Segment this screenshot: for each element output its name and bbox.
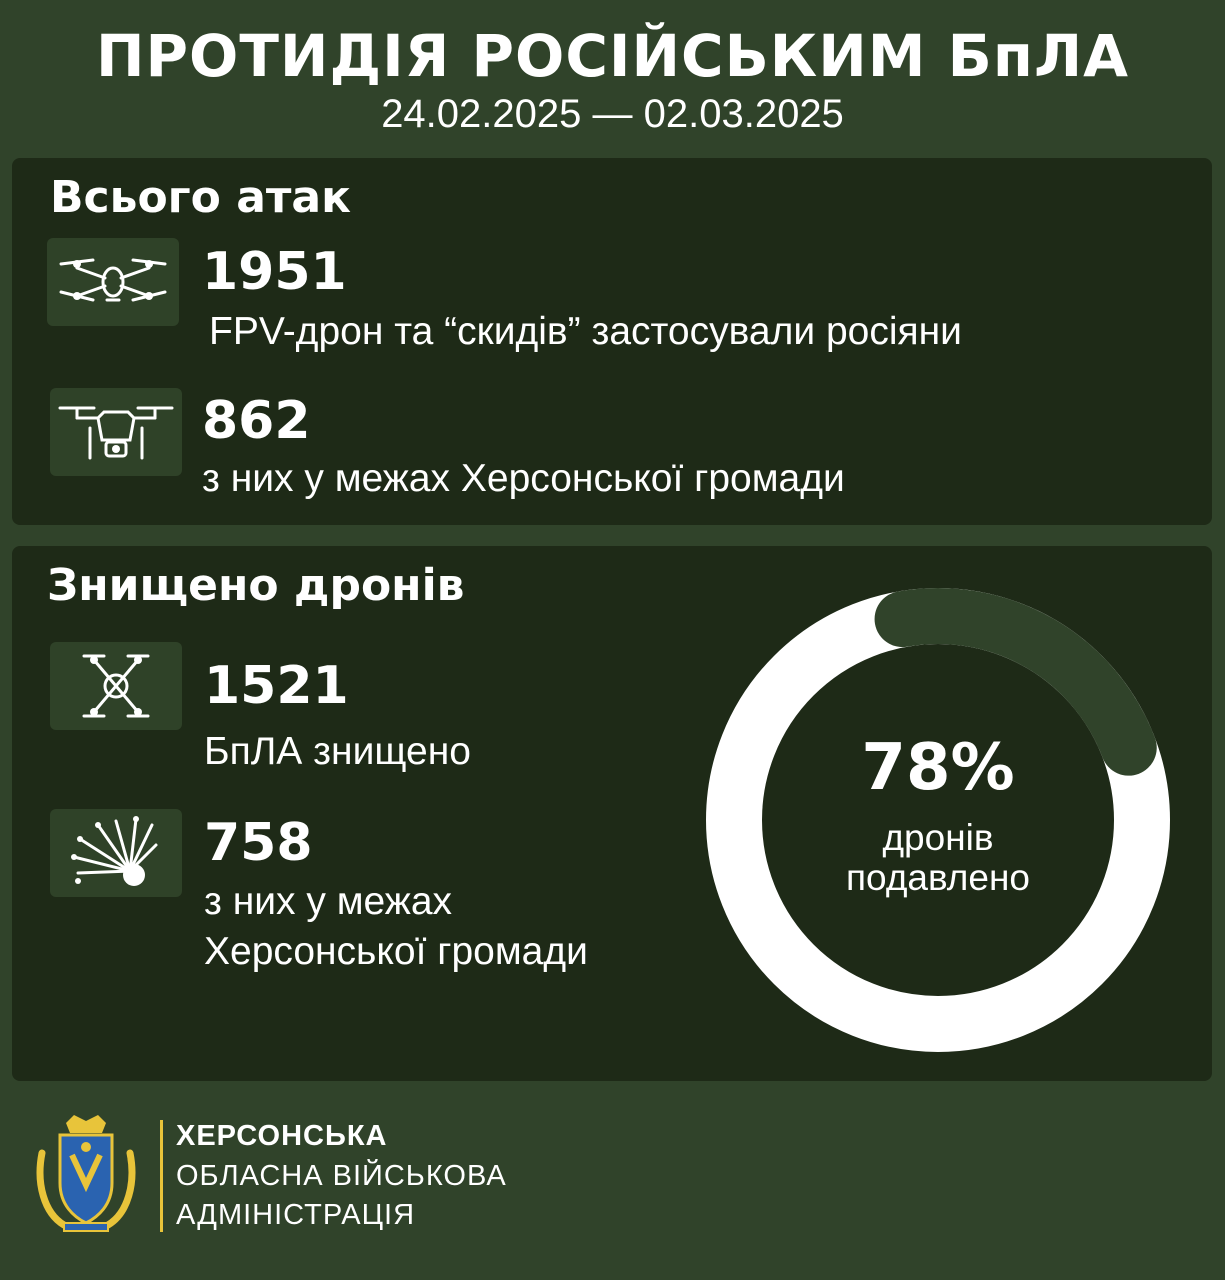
attacks-local-value: 862 xyxy=(202,391,311,451)
attacks-total-caption: FPV-дрон та “скидів” застосували росіяни xyxy=(209,310,962,353)
footer-divider xyxy=(160,1120,163,1232)
attacks-local-caption: з них у межах Херсонської громади xyxy=(202,457,845,500)
destroyed-local-value: 758 xyxy=(204,813,313,873)
destroyed-panel: Знищено дронів 1521 БпЛА знищено 758 з н… xyxy=(12,546,1212,1081)
attacks-title: Всього атак xyxy=(50,172,351,223)
suppressed-caption: дронів подавлено xyxy=(700,818,1176,898)
destroyed-local-caption-line2: Херсонської громади xyxy=(204,930,588,973)
destroyed-total-value: 1521 xyxy=(204,656,349,716)
region-emblem-icon xyxy=(36,1115,136,1232)
suppressed-caption-line2: подавлено xyxy=(846,857,1030,898)
destroyed-total-caption: БпЛА знищено xyxy=(204,730,471,773)
explosion-icon xyxy=(50,809,182,897)
page-title: ПРОТИДІЯ РОСІЙСЬКИМ БпЛА xyxy=(95,22,1130,90)
attacks-panel: Всього атак 1951 FPV-дрон та “скидів” за… xyxy=(12,158,1212,525)
footer-line-3: АДМІНІСТРАЦІЯ xyxy=(176,1199,416,1231)
destroyed-title: Знищено дронів xyxy=(47,560,465,611)
bomber-drone-icon xyxy=(50,388,182,476)
fpv-drone-icon xyxy=(47,238,179,326)
quadcopter-icon xyxy=(50,642,182,730)
suppressed-percent: 78% xyxy=(861,731,1015,805)
footer-line-2: ОБЛАСНА ВІЙСЬКОВА xyxy=(176,1160,507,1192)
destroyed-local-caption-line1: з них у межах xyxy=(204,880,453,923)
attacks-total-value: 1951 xyxy=(202,242,347,302)
date-range: 24.02.2025 — 02.03.2025 xyxy=(381,92,844,136)
footer-line-1: ХЕРСОНСЬКА xyxy=(176,1120,388,1152)
suppressed-caption-line1: дронів xyxy=(882,817,994,858)
